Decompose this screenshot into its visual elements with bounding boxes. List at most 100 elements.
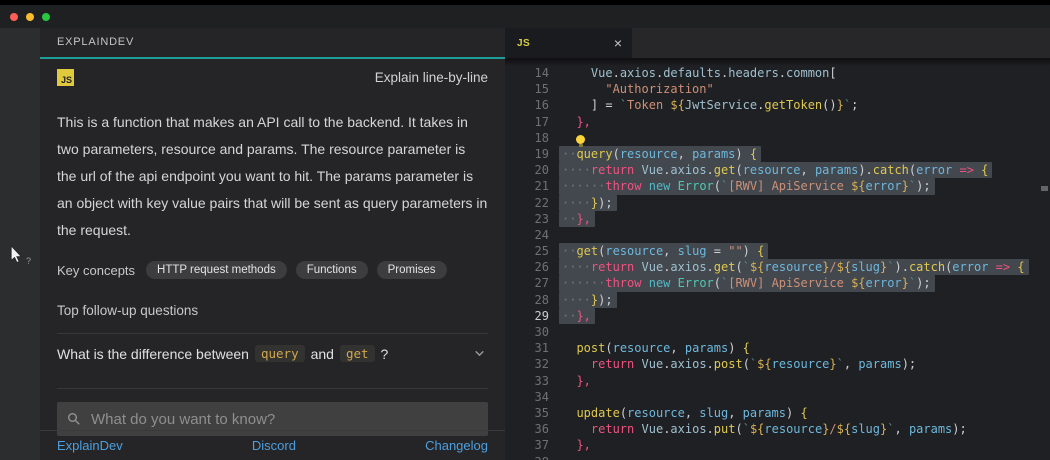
lightbulb-icon[interactable] (576, 135, 585, 144)
line-code: }, (562, 373, 591, 389)
line-code: ] = `Token ${JwtService.getToken()}`; (562, 97, 858, 113)
concept-pill[interactable]: Promises (377, 261, 447, 279)
line-code: ····return Vue.axios.get(resource, param… (562, 162, 992, 178)
search-input[interactable] (89, 410, 478, 429)
divider (57, 388, 488, 389)
app-window: ? EXPLAINDEV JS Explain line-by-line Thi… (0, 0, 1050, 460)
tab-close-icon[interactable]: × (614, 36, 622, 50)
code-line[interactable]: 14 Vue.axios.defaults.headers.common[ (505, 65, 1050, 81)
tab-label: JS (517, 38, 530, 49)
panel-header: EXPLAINDEV (40, 28, 505, 59)
code-line[interactable]: 18 (505, 130, 1050, 146)
line-number: 33 (505, 373, 562, 389)
code-line[interactable]: 36 return Vue.axios.put(`${resource}/${s… (505, 421, 1050, 437)
code-line[interactable]: 27······throw new Error(`[RWV] ApiServic… (505, 275, 1050, 291)
code-line[interactable]: 32 return Vue.axios.post(`${resource}`, … (505, 356, 1050, 372)
concept-pill[interactable]: HTTP request methods (146, 261, 287, 279)
line-code: ····}); (562, 292, 617, 308)
line-number: 30 (505, 324, 562, 340)
concept-pill[interactable]: Functions (296, 261, 368, 279)
window-zoom-button[interactable] (42, 13, 50, 21)
line-code: ··query(resource, params) { (562, 146, 761, 162)
window-close-button[interactable] (10, 13, 18, 21)
line-number: 35 (505, 405, 562, 421)
line-number: 15 (505, 81, 562, 97)
line-code: ······throw new Error(`[RWV] ApiService … (562, 178, 935, 194)
line-number: 31 (505, 340, 562, 356)
code-line[interactable]: 35 update(resource, slug, params) { (505, 405, 1050, 421)
code-line[interactable]: 34 (505, 389, 1050, 405)
titlebar (0, 0, 1050, 28)
line-number: 27 (505, 275, 562, 291)
panel-body: JS Explain line-by-line This is a functi… (40, 69, 505, 436)
code-line[interactable]: 24 (505, 227, 1050, 243)
question-text: What is the difference between query and… (57, 345, 388, 362)
line-code: ······throw new Error(`[RWV] ApiService … (562, 275, 935, 291)
footer-link-changelog[interactable]: Changelog (425, 438, 488, 453)
code-line[interactable]: 26····return Vue.axios.get(`${resource}/… (505, 259, 1050, 275)
code-line[interactable]: 23··}, (505, 211, 1050, 227)
left-rail: ? (0, 28, 40, 460)
cursor-arrow-icon (8, 246, 24, 264)
line-code: update(resource, slug, params) { (562, 405, 808, 421)
line-number: 23 (505, 211, 562, 227)
js-language-badge: JS (57, 69, 74, 86)
code-line[interactable]: 29··}, (505, 308, 1050, 324)
line-number: 17 (505, 114, 562, 130)
line-number: 24 (505, 227, 562, 243)
editor-scrollbar[interactable] (1041, 186, 1048, 191)
footer-link-explaindev[interactable]: ExplainDev (57, 438, 123, 453)
line-code (562, 130, 585, 146)
line-number: 26 (505, 259, 562, 275)
main-content: ? EXPLAINDEV JS Explain line-by-line Thi… (0, 28, 1050, 460)
line-number: 36 (505, 421, 562, 437)
code-line[interactable]: 19··query(resource, params) { (505, 146, 1050, 162)
code-editor: JS × 14 Vue.axios.defaults.headers.commo… (505, 28, 1050, 460)
panel-footer: ExplainDev Discord Changelog (40, 430, 505, 460)
line-code: ··}, (562, 308, 595, 324)
line-code: return Vue.axios.put(`${resource}/${slug… (562, 421, 967, 437)
code-area[interactable]: 14 Vue.axios.defaults.headers.common[15 … (505, 58, 1050, 460)
line-number: 29 (505, 308, 562, 324)
inline-code-get: get (340, 345, 375, 362)
line-code: ··get(resource, slug = "") { (562, 243, 768, 259)
code-line[interactable]: 22····}); (505, 195, 1050, 211)
inline-code-query: query (255, 345, 305, 362)
line-number: 22 (505, 195, 562, 211)
line-number: 34 (505, 389, 562, 405)
code-line[interactable]: 33 }, (505, 373, 1050, 389)
line-code: ··}, (562, 211, 595, 227)
code-line[interactable]: 16 ] = `Token ${JwtService.getToken()}`; (505, 97, 1050, 113)
code-line[interactable]: 38 (505, 454, 1050, 460)
code-line[interactable]: 37 }, (505, 437, 1050, 453)
editor-tabbar: JS × (505, 28, 1050, 58)
question-suffix: ? (381, 346, 389, 362)
code-line[interactable]: 31 post(resource, params) { (505, 340, 1050, 356)
line-number: 14 (505, 65, 562, 81)
editor-tab-js[interactable]: JS × (505, 28, 632, 58)
search-icon (67, 412, 81, 426)
line-code: return Vue.axios.post(`${resource}`, par… (562, 356, 916, 372)
question-mid: and (311, 346, 334, 362)
line-code: }, (562, 114, 591, 130)
code-line[interactable]: 28····}); (505, 292, 1050, 308)
key-concepts-label: Key concepts (57, 263, 135, 278)
line-number: 21 (505, 178, 562, 194)
line-code: Vue.axios.defaults.headers.common[ (562, 65, 837, 81)
line-number: 19 (505, 146, 562, 162)
explain-line-by-line-button[interactable]: Explain line-by-line (375, 70, 488, 85)
line-number: 38 (505, 454, 562, 460)
window-minimize-button[interactable] (26, 13, 34, 21)
code-line[interactable]: 21······throw new Error(`[RWV] ApiServic… (505, 178, 1050, 194)
footer-link-discord[interactable]: Discord (252, 438, 296, 453)
explanation-text: This is a function that makes an API cal… (57, 109, 488, 244)
concept-pills: HTTP request methods Functions Promises (146, 261, 446, 279)
code-line[interactable]: 15 "Authorization" (505, 81, 1050, 97)
code-line[interactable]: 20····return Vue.axios.get(resource, par… (505, 162, 1050, 178)
code-line[interactable]: 25··get(resource, slug = "") { (505, 243, 1050, 259)
followup-question[interactable]: What is the difference between query and… (57, 334, 488, 373)
line-number: 18 (505, 130, 562, 146)
code-line[interactable]: 17 }, (505, 114, 1050, 130)
chevron-down-icon (473, 347, 486, 360)
code-line[interactable]: 30 (505, 324, 1050, 340)
